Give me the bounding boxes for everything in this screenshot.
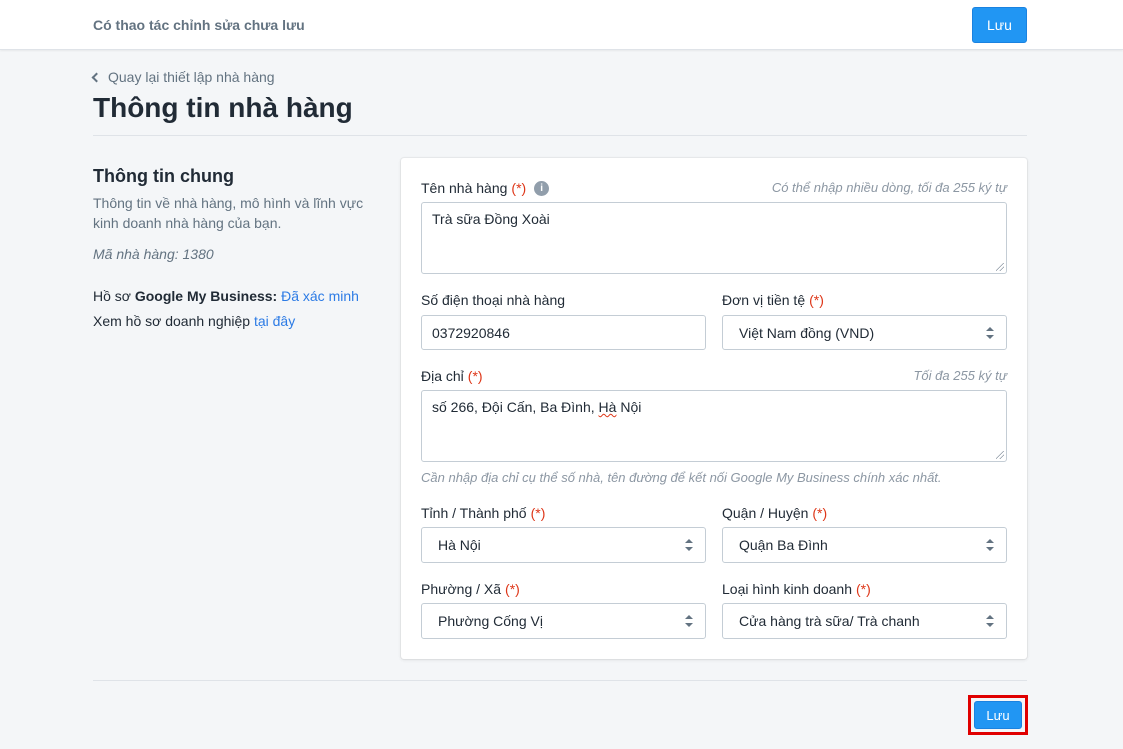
title-divider [93, 135, 1027, 136]
ward-value: Phường Cống Vị [438, 613, 543, 629]
restaurant-code-value: 1380 [182, 246, 214, 262]
form-card: Tên nhà hàng (*) i Có thể nhập nhiều dòn… [401, 158, 1027, 659]
select-arrows-icon [986, 615, 994, 627]
ward-label-text: Phường / Xã [421, 581, 502, 597]
section-description: Thông tin về nhà hàng, mô hình và lĩnh v… [93, 195, 364, 231]
business-type-value: Cửa hàng trà sữa/ Trà chanh [739, 613, 920, 629]
section-title: Thông tin chung [93, 166, 234, 186]
chevron-left-icon [91, 72, 102, 83]
gmb-verified-link[interactable]: Đã xác minh [281, 288, 359, 304]
currency-value: Việt Nam đồng (VND) [739, 324, 875, 341]
select-arrows-icon [986, 326, 994, 339]
business-type-label-text: Loại hình kinh doanh [722, 581, 852, 597]
gmb-prefix: Hồ sơ [93, 288, 131, 304]
back-link[interactable]: Quay lại thiết lập nhà hàng [91, 69, 275, 85]
address-label-text: Địa chỉ [421, 368, 464, 384]
restaurant-code-label: Mã nhà hàng: [93, 246, 179, 262]
info-icon[interactable]: i [534, 180, 550, 196]
gmb-name: Google My Business: [134, 288, 278, 304]
view-profile-prefix: Xem hồ sơ doanh nghiệp [93, 313, 251, 329]
district-select[interactable]: Quận Ba Đình [722, 527, 1007, 563]
city-label-text: Tỉnh / Thành phố [421, 505, 527, 521]
page-title: Thông tin nhà hàng [93, 92, 353, 123]
select-arrows-icon [685, 615, 693, 627]
address-value: số 266, Đội Cấn, Ba Đình, [432, 399, 599, 415]
address-value-misspelled: Hà [598, 399, 617, 415]
restaurant-name-value: Trà sữa Đồng Xoài [432, 211, 550, 227]
required-mark: (*) [856, 581, 871, 597]
required-mark: (*) [511, 180, 527, 196]
required-mark: (*) [467, 368, 483, 384]
phone-value: 0372920846 [432, 324, 510, 341]
phone-label: Số điện thoại nhà hàng [421, 292, 565, 308]
restaurant-name-field[interactable]: Trà sữa Đồng Xoài [421, 202, 1007, 274]
required-mark: (*) [505, 581, 520, 597]
name-hint: Có thể nhập nhiều dòng, tối đa 255 ký tự [771, 180, 1007, 195]
currency-label-text: Đơn vị tiền tệ [722, 292, 806, 308]
bottom-save-button[interactable]: Lưu [974, 701, 1022, 729]
ward-label: Phường / Xã (*) [421, 581, 520, 597]
save-button-highlight: Lưu [968, 695, 1028, 735]
select-arrows-icon [986, 539, 994, 551]
name-label: Tên nhà hàng (*) i [421, 180, 550, 196]
footer-divider [93, 680, 1027, 681]
top-bar: Có thao tác chỉnh sửa chưa lưu Lưu [0, 0, 1123, 50]
restaurant-code: Mã nhà hàng: 1380 [93, 246, 214, 262]
business-type-select[interactable]: Cửa hàng trà sữa/ Trà chanh [722, 603, 1007, 639]
district-label-text: Quận / Huyện [722, 505, 809, 521]
district-label: Quận / Huyện (*) [722, 505, 827, 521]
name-label-text: Tên nhà hàng [421, 180, 508, 196]
currency-select[interactable]: Việt Nam đồng (VND) [722, 315, 1007, 350]
address-hint: Tối đa 255 ký tự [913, 368, 1007, 383]
back-link-label: Quay lại thiết lập nhà hàng [108, 69, 275, 85]
select-arrows-icon [685, 539, 693, 551]
district-value: Quận Ba Đình [739, 537, 828, 553]
address-value-end: Nội [616, 399, 642, 415]
city-select[interactable]: Hà Nội [421, 527, 706, 563]
unsaved-changes-message: Có thao tác chỉnh sửa chưa lưu [93, 17, 305, 33]
view-profile-line: Xem hồ sơ doanh nghiệp tại đây [93, 313, 295, 329]
view-profile-link[interactable]: tại đây [254, 313, 295, 329]
phone-field[interactable]: 0372920846 [421, 315, 706, 350]
gmb-status-line: Hồ sơ Google My Business: Đã xác minh [93, 288, 359, 304]
city-value: Hà Nội [438, 537, 481, 553]
address-help-text: Cần nhập địa chỉ cụ thể số nhà, tên đườn… [421, 470, 942, 485]
address-field[interactable]: số 266, Đội Cấn, Ba Đình, Hà Nội [421, 390, 1007, 462]
top-save-button[interactable]: Lưu [972, 7, 1027, 43]
business-type-label: Loại hình kinh doanh (*) [722, 581, 871, 597]
currency-label: Đơn vị tiền tệ (*) [722, 292, 824, 308]
address-label: Địa chỉ (*) [421, 368, 483, 384]
city-label: Tỉnh / Thành phố (*) [421, 505, 545, 521]
required-mark: (*) [530, 505, 546, 521]
ward-select[interactable]: Phường Cống Vị [421, 603, 706, 639]
required-mark: (*) [812, 505, 828, 521]
resize-handle-icon[interactable] [996, 263, 1004, 271]
phone-label-text: Số điện thoại nhà hàng [421, 292, 566, 308]
resize-handle-icon[interactable] [996, 451, 1004, 459]
required-mark: (*) [809, 292, 824, 308]
